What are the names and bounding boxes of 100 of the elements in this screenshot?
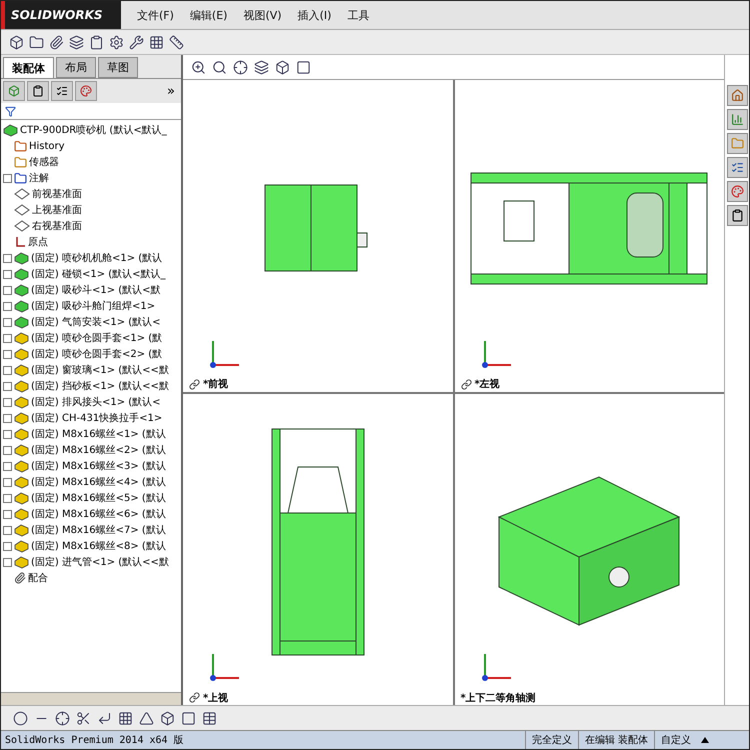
menu-item[interactable]: 编辑(E) <box>190 8 228 22</box>
tree-item[interactable]: 右视基准面 <box>32 219 82 233</box>
expand-toggle[interactable] <box>3 174 12 182</box>
tree-item[interactable]: (固定) M8x16螺丝<3> (默认 <box>31 459 166 473</box>
panel-tab[interactable]: 布局 <box>56 57 96 78</box>
layers-icon[interactable] <box>69 34 84 50</box>
expand-toggle[interactable] <box>3 430 12 438</box>
tree-item[interactable]: 原点 <box>28 235 48 249</box>
filter-icon[interactable] <box>5 106 16 116</box>
tree-item[interactable]: 前视基准面 <box>32 187 82 201</box>
tree-item[interactable]: 上视基准面 <box>32 203 82 217</box>
tree-item[interactable]: (固定) 挡砂板<1> (默认<<默 <box>31 379 169 393</box>
crosshair-icon[interactable] <box>233 60 248 74</box>
grid-icon[interactable] <box>149 34 164 50</box>
scissors-icon[interactable] <box>76 710 91 726</box>
circle-icon[interactable] <box>13 710 28 726</box>
app-logo: SOLIDWORKS <box>1 1 121 29</box>
origin-axes-icon <box>14 236 26 248</box>
expand-toggle[interactable] <box>3 382 12 390</box>
grid-icon[interactable] <box>118 710 133 726</box>
tree-item[interactable]: (固定) M8x16螺丝<1> (默认 <box>31 427 166 441</box>
panel-tab[interactable]: 装配体 <box>3 57 54 79</box>
cube-icon[interactable] <box>160 710 175 726</box>
properties-tab-icon[interactable] <box>27 81 49 101</box>
expand-toggle[interactable] <box>3 542 12 550</box>
tree-item[interactable]: (固定) M8x16螺丝<4> (默认 <box>31 475 166 489</box>
tree-item[interactable]: History <box>29 140 65 152</box>
home-icon[interactable] <box>726 85 748 106</box>
ruler-icon[interactable] <box>169 34 184 50</box>
list-icon[interactable] <box>726 157 748 178</box>
clipboard-icon[interactable] <box>89 34 104 50</box>
menu-item[interactable]: 工具 <box>347 8 370 22</box>
tree-item[interactable]: 注解 <box>29 171 49 185</box>
tree-item[interactable]: (固定) 进气管<1> (默认<<默 <box>31 555 169 569</box>
wrench-icon[interactable] <box>129 34 144 50</box>
tree-item[interactable]: (固定) 吸砂斗舱门组焊<1> <box>31 299 156 313</box>
crosshair-icon[interactable] <box>55 710 70 726</box>
expand-toggle[interactable] <box>3 446 12 454</box>
folder-icon[interactable] <box>29 34 44 50</box>
triangle-icon[interactable] <box>139 710 154 726</box>
cube-icon[interactable] <box>275 60 290 74</box>
tree-item[interactable]: (固定) M8x16螺丝<5> (默认 <box>31 491 166 505</box>
square-icon[interactable] <box>296 60 311 74</box>
section-icon[interactable] <box>254 60 269 74</box>
expand-toggle[interactable] <box>3 334 12 342</box>
menu-item[interactable]: 文件(F) <box>137 8 174 22</box>
paperclip-icon[interactable] <box>49 34 64 50</box>
caret-up-icon[interactable] <box>701 737 709 743</box>
expand-toggle[interactable] <box>3 462 12 470</box>
gear-icon[interactable] <box>109 34 124 50</box>
menu-item[interactable]: 插入(I) <box>298 8 332 22</box>
table-icon[interactable] <box>202 710 217 726</box>
expand-toggle[interactable] <box>3 350 12 358</box>
tree-item[interactable]: (固定) 喷砂仓圆手套<2> (默 <box>31 347 162 361</box>
expand-toggle[interactable] <box>3 254 12 262</box>
tree-item[interactable]: (固定) M8x16螺丝<8> (默认 <box>31 539 166 553</box>
chart-icon[interactable] <box>726 109 748 130</box>
tree-item[interactable]: (固定) CH-431快换拉手<1> <box>31 411 162 425</box>
expand-toggle[interactable] <box>3 302 12 310</box>
appearance-tab-icon[interactable] <box>75 81 97 101</box>
expand-toggle[interactable] <box>3 366 12 374</box>
component-icon <box>3 124 18 136</box>
tree-item[interactable]: (固定) 窗玻璃<1> (默认<<默 <box>31 363 169 377</box>
expand-toggle[interactable] <box>3 558 12 566</box>
window-icon[interactable] <box>181 710 196 726</box>
horizontal-scrollbar[interactable] <box>1 692 181 705</box>
expand-toggle[interactable] <box>3 270 12 278</box>
zoom-icon[interactable] <box>191 60 206 74</box>
tree-item[interactable]: (固定) 喷砂机机舱<1> (默认 <box>31 251 162 265</box>
tree-item[interactable]: (固定) 气筒安装<1> (默认< <box>31 315 161 329</box>
corner-icon[interactable] <box>97 710 112 726</box>
config-tab-icon[interactable] <box>51 81 73 101</box>
expand-toggle[interactable] <box>3 286 12 294</box>
expand-toggle[interactable] <box>3 478 12 486</box>
expand-toggle[interactable] <box>3 526 12 534</box>
tree-item[interactable]: (固定) 喷砂仓圆手套<1> (默 <box>31 331 162 345</box>
folder-icon <box>14 156 27 168</box>
menu-item[interactable]: 视图(V) <box>243 8 282 22</box>
tree-item[interactable]: (固定) M8x16螺丝<7> (默认 <box>31 523 166 537</box>
tree-item[interactable]: CTP-900DR喷砂机 (默认<默认_ <box>20 123 167 137</box>
expand-more-button[interactable]: » <box>167 84 179 98</box>
expand-toggle[interactable] <box>3 414 12 422</box>
expand-toggle[interactable] <box>3 510 12 518</box>
panel-tab[interactable]: 草图 <box>98 57 138 78</box>
zoom-area-icon[interactable] <box>212 60 227 74</box>
view-label: *上视 <box>203 692 228 704</box>
expand-toggle[interactable] <box>3 398 12 406</box>
tree-item[interactable]: (固定) 排风接头<1> (默认< <box>31 395 161 409</box>
palette-icon[interactable] <box>726 181 748 202</box>
expand-toggle[interactable] <box>3 494 12 502</box>
box-icon[interactable] <box>9 34 24 50</box>
tree-item[interactable]: (固定) 吸砂斗<1> (默认<默 <box>31 283 161 297</box>
expand-toggle[interactable] <box>3 318 12 326</box>
tree-item[interactable]: 传感器 <box>29 155 59 169</box>
tree-item[interactable]: 配合 <box>28 571 48 585</box>
clipboard-icon[interactable] <box>726 205 748 226</box>
tree-item[interactable]: (固定) M8x16螺丝<6> (默认 <box>31 507 166 521</box>
tree-item[interactable]: (固定) 碰锁<1> (默认<默认_ <box>31 267 166 281</box>
tree-item[interactable]: (固定) M8x16螺丝<2> (默认 <box>31 443 166 457</box>
plane-icon <box>14 220 30 232</box>
